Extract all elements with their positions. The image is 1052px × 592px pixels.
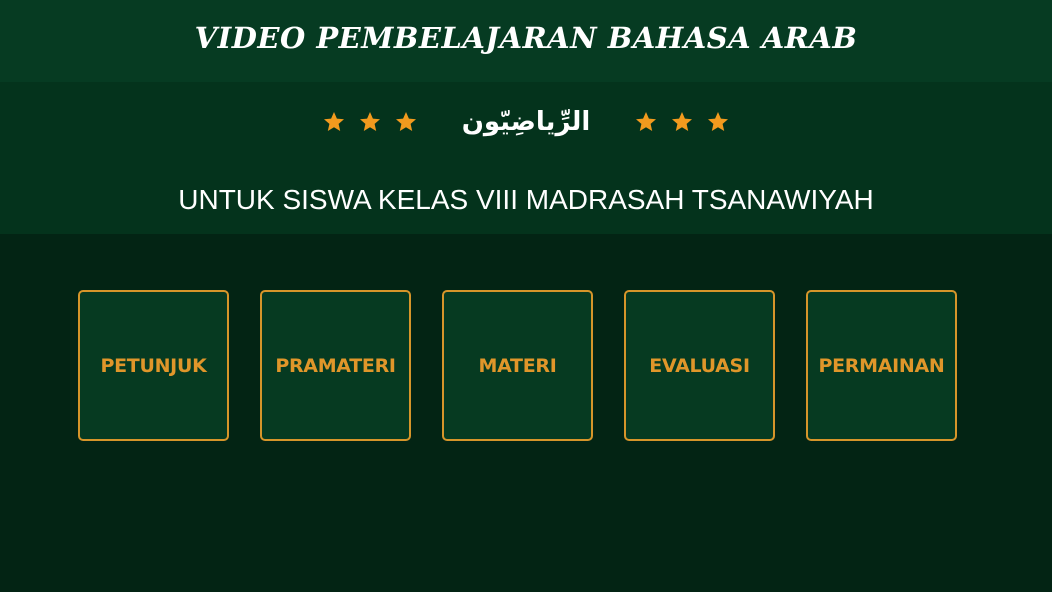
evaluasi-button[interactable]: EVALUASI — [624, 290, 775, 441]
materi-button[interactable]: MATERI — [442, 290, 593, 441]
app-title: VIDEO PEMBELAJARAN BAHASA ARAB — [194, 21, 858, 55]
subtitle-row: الرِّياضِيّون — [0, 100, 1052, 144]
star-icon — [672, 112, 693, 131]
tagline: UNTUK SISWA KELAS VIII MADRASAH TSANAWIY… — [178, 184, 874, 215]
menu-button-label: PETUNJUK — [100, 354, 207, 377]
star-icon — [323, 112, 344, 131]
menu-button-label: PERMAINAN — [818, 354, 945, 377]
menu-button-label: PRAMATERI — [275, 354, 396, 377]
star-icon — [395, 112, 416, 131]
arabic-title: الرِّياضِيّون — [461, 107, 591, 137]
petunjuk-button[interactable]: PETUNJUK — [78, 290, 229, 441]
menu-button-label: EVALUASI — [649, 354, 750, 377]
star-icon — [708, 112, 729, 131]
star-icon — [636, 112, 657, 131]
pramateri-button[interactable]: PRAMATERI — [260, 290, 411, 441]
stars-left — [322, 110, 418, 134]
permainan-button[interactable]: PERMAINAN — [806, 290, 957, 441]
star-icon — [359, 112, 380, 131]
stars-right — [634, 110, 730, 134]
menu-button-label: MATERI — [478, 354, 557, 377]
main-menu: PETUNJUK PRAMATERI MATERI EVALUASI PERMA… — [78, 290, 957, 441]
